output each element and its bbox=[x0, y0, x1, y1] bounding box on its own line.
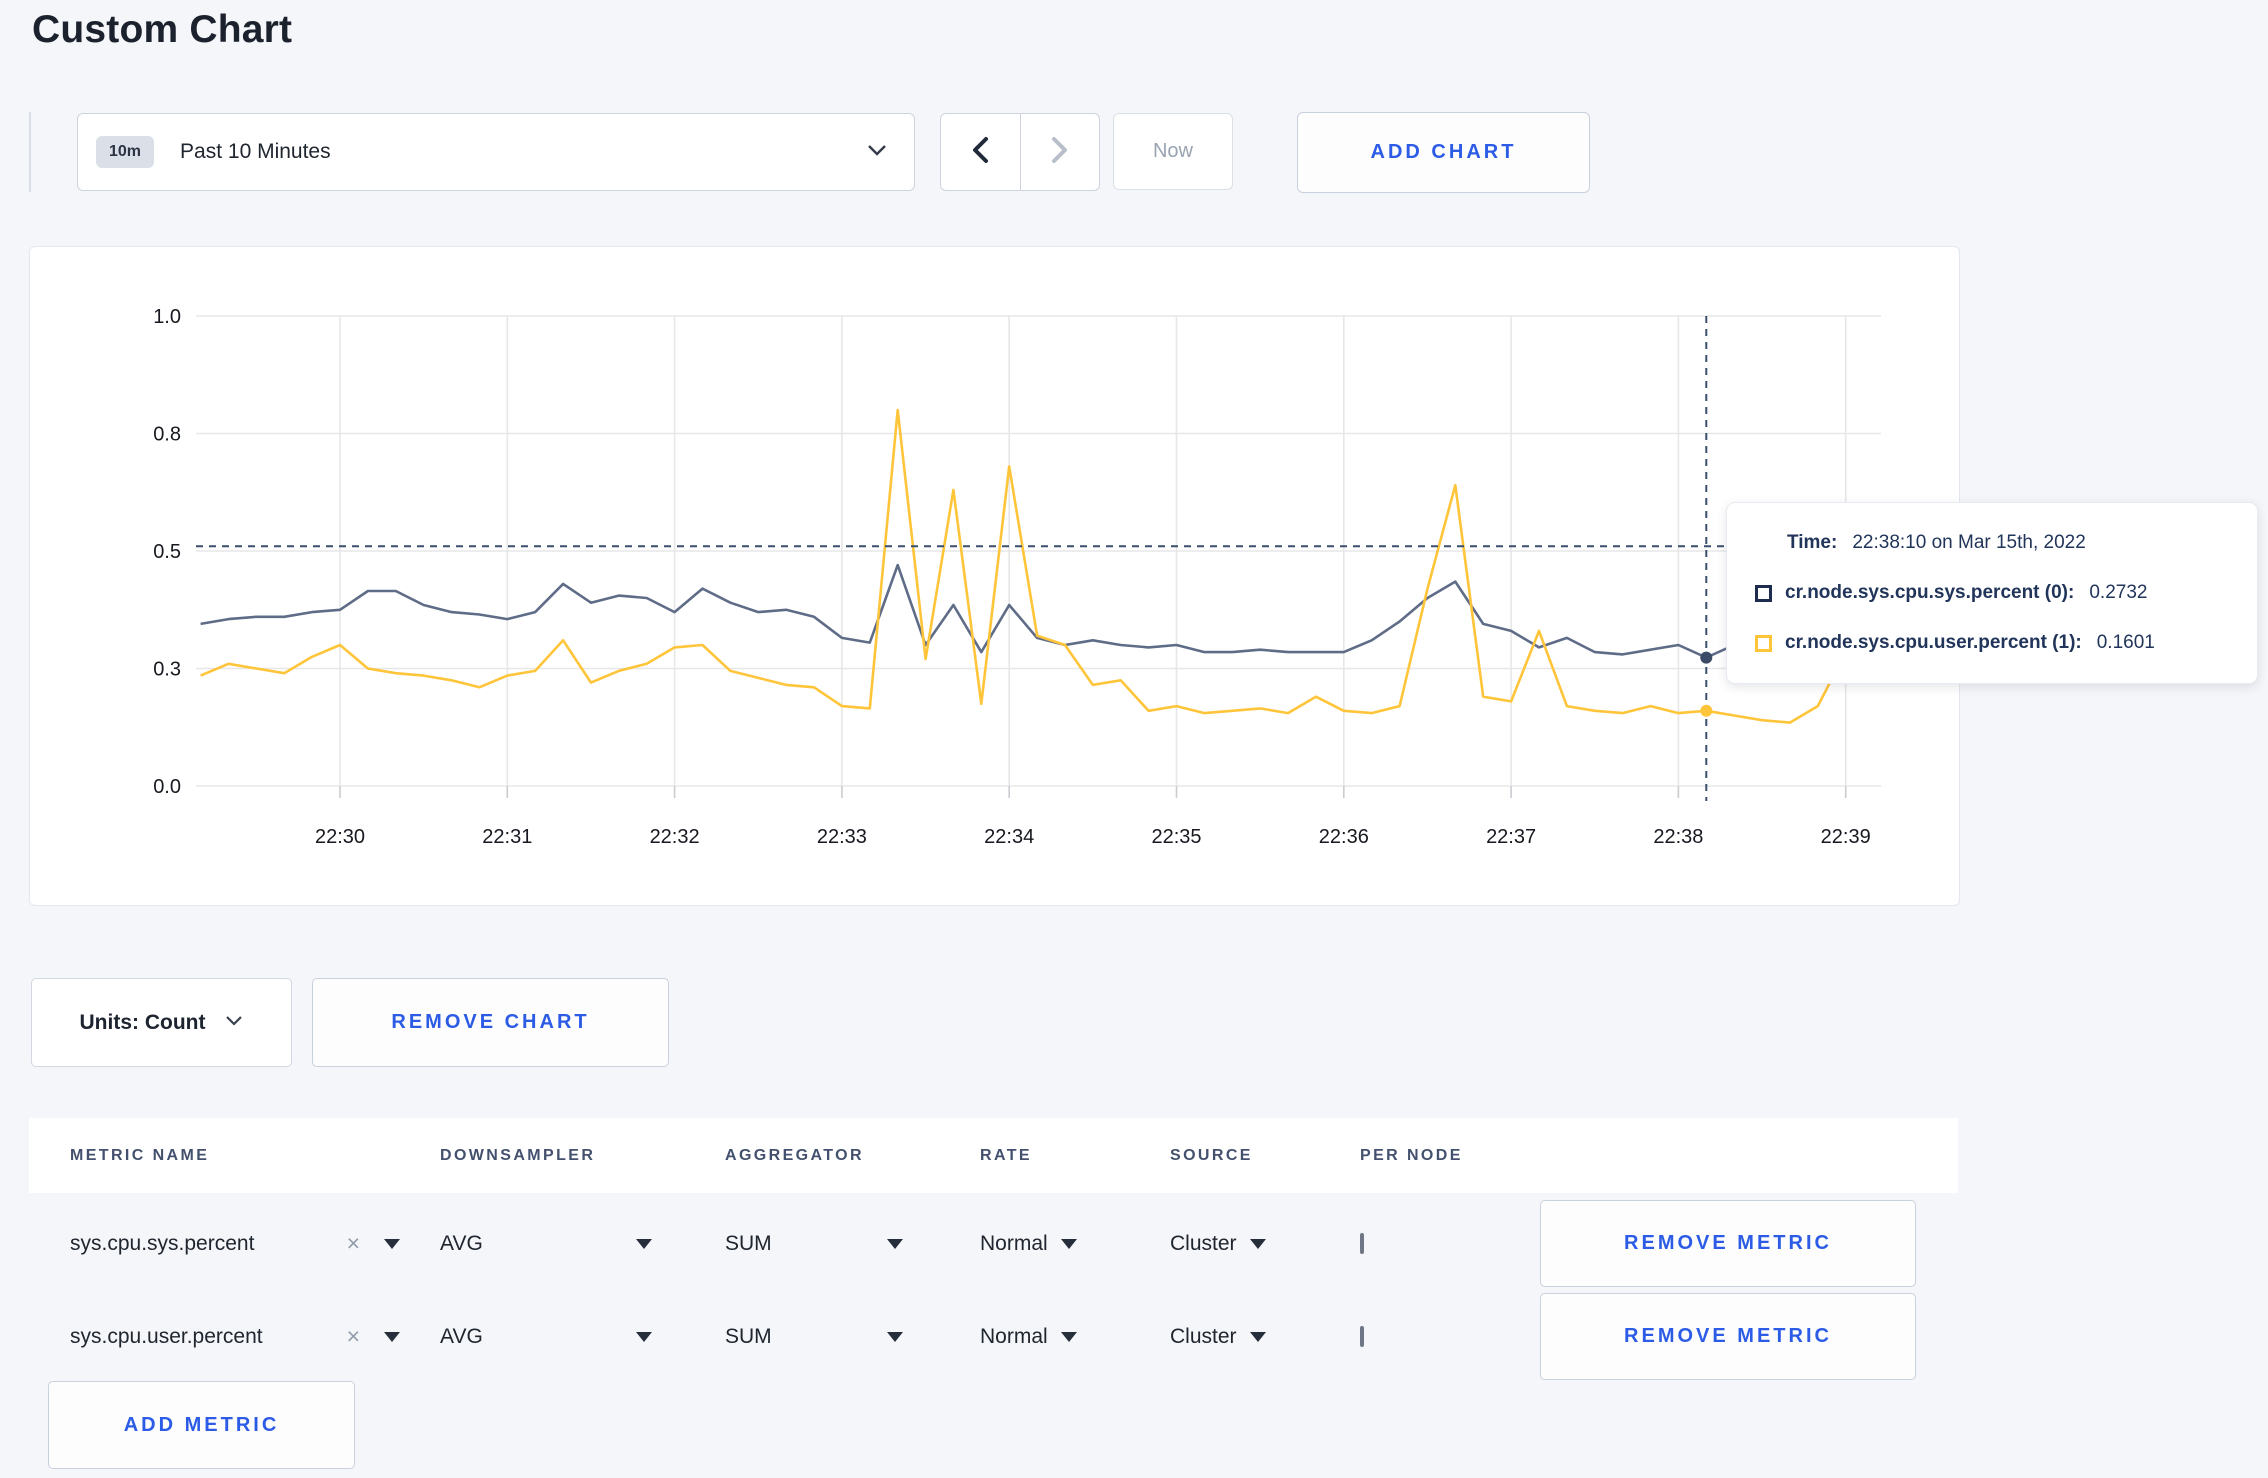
metric-name-select[interactable]: sys.cpu.sys.percent × bbox=[70, 1232, 400, 1256]
metric-row: sys.cpu.user.percent × AVG SUM Normal Cl… bbox=[29, 1290, 1958, 1383]
tooltip-series-name: cr.node.sys.cpu.user.percent (1): bbox=[1785, 632, 2082, 653]
aggregator-value: SUM bbox=[725, 1231, 772, 1255]
clear-metric-icon[interactable]: × bbox=[347, 1325, 360, 1348]
aggregator-select[interactable]: SUM bbox=[725, 1232, 903, 1256]
remove-metric-button[interactable]: REMOVE METRIC bbox=[1540, 1293, 1916, 1380]
downsampler-select[interactable]: AVG bbox=[440, 1232, 652, 1256]
tooltip-time-value: 22:38:10 on Mar 15th, 2022 bbox=[1852, 532, 2086, 553]
x-tick-label: 22:35 bbox=[1151, 826, 1201, 848]
col-header-downsampler: DOWNSAMPLER bbox=[440, 1146, 596, 1164]
per-node-checkbox[interactable] bbox=[1360, 1325, 1364, 1347]
units-label: Units: Count bbox=[79, 1010, 206, 1034]
rate-select[interactable]: Normal bbox=[980, 1232, 1170, 1256]
dropdown-caret-icon bbox=[1060, 1238, 1077, 1249]
series-user-swatch-icon bbox=[1755, 634, 1772, 652]
chevron-down-icon bbox=[866, 143, 888, 162]
col-header-aggregator: AGGREGATOR bbox=[725, 1146, 864, 1164]
dropdown-caret-icon bbox=[636, 1238, 652, 1249]
tooltip-series-name: cr.node.sys.cpu.sys.percent (0): bbox=[1785, 582, 2075, 603]
rate-select[interactable]: Normal bbox=[980, 1325, 1170, 1349]
remove-metric-button[interactable]: REMOVE METRIC bbox=[1540, 1200, 1916, 1287]
add-metric-button[interactable]: ADD METRIC bbox=[48, 1381, 355, 1469]
time-range-badge: 10m bbox=[96, 136, 155, 168]
chart-tooltip: Time: 22:38:10 on Mar 15th, 2022 cr.node… bbox=[1726, 502, 2258, 684]
tooltip-series-value: 0.2732 bbox=[2089, 582, 2148, 603]
metric-name-select[interactable]: sys.cpu.user.percent × bbox=[70, 1325, 400, 1349]
dropdown-caret-icon bbox=[1249, 1238, 1266, 1249]
metric-name-value: sys.cpu.user.percent bbox=[70, 1324, 263, 1348]
chevron-down-icon bbox=[225, 1014, 243, 1032]
rate-value: Normal bbox=[980, 1231, 1048, 1255]
dropdown-caret-icon bbox=[887, 1238, 903, 1249]
x-tick-label: 22:34 bbox=[984, 826, 1034, 848]
series-line-user-percent bbox=[200, 408, 1875, 724]
source-value: Cluster bbox=[1170, 1231, 1237, 1255]
y-tick-label: 0.8 bbox=[153, 424, 181, 446]
downsampler-select[interactable]: AVG bbox=[440, 1325, 652, 1349]
x-tick-label: 22:33 bbox=[817, 826, 867, 848]
metric-row: sys.cpu.sys.percent × AVG SUM Normal Clu… bbox=[29, 1197, 1958, 1290]
x-tick-label: 22:36 bbox=[1319, 826, 1369, 848]
downsampler-value: AVG bbox=[440, 1231, 483, 1255]
tooltip-time-label: Time: bbox=[1787, 532, 1838, 553]
col-header-rate: RATE bbox=[980, 1146, 1032, 1164]
hover-point-user bbox=[1700, 704, 1713, 717]
source-select[interactable]: Cluster bbox=[1170, 1325, 1360, 1349]
prev-range-button[interactable] bbox=[941, 114, 1021, 190]
dropdown-caret-icon bbox=[1249, 1331, 1266, 1342]
next-range-button[interactable] bbox=[1021, 114, 1100, 190]
tooltip-series-row: cr.node.sys.cpu.sys.percent (0): 0.2732 bbox=[1727, 576, 2257, 610]
x-tick-label: 22:39 bbox=[1821, 826, 1871, 848]
series-sys-swatch-icon bbox=[1755, 584, 1772, 602]
y-tick-label: 0.3 bbox=[153, 659, 181, 681]
dropdown-caret-icon bbox=[1060, 1331, 1077, 1342]
x-tick-label: 22:30 bbox=[315, 826, 365, 848]
x-tick-label: 22:37 bbox=[1486, 826, 1536, 848]
source-select[interactable]: Cluster bbox=[1170, 1232, 1360, 1256]
timeseries-plot[interactable]: 1.0 0.8 0.5 0.3 0.0 22:30 22:31 22:32 22:33 22:34… bbox=[30, 247, 1959, 905]
tooltip-time-row: Time: 22:38:10 on Mar 15th, 2022 bbox=[1727, 526, 2257, 560]
y-tick-label: 1.0 bbox=[153, 306, 181, 328]
time-range-dropdown[interactable]: 10m Past 10 Minutes bbox=[77, 113, 915, 191]
col-header-metric-name: METRIC NAME bbox=[70, 1146, 210, 1164]
dropdown-caret-icon bbox=[636, 1331, 652, 1342]
page-title: Custom Chart bbox=[32, 8, 293, 51]
chevron-right-icon bbox=[1051, 136, 1069, 169]
aggregator-value: SUM bbox=[725, 1324, 772, 1348]
x-tick-label: 22:38 bbox=[1653, 826, 1703, 848]
tooltip-series-value: 0.1601 bbox=[2096, 632, 2155, 653]
remove-chart-button[interactable]: REMOVE CHART bbox=[312, 978, 669, 1067]
time-range-label: Past 10 Minutes bbox=[180, 140, 331, 163]
y-tick-label: 0.5 bbox=[153, 541, 181, 563]
col-header-per-node: PER NODE bbox=[1360, 1146, 1463, 1164]
aggregator-select[interactable]: SUM bbox=[725, 1325, 903, 1349]
downsampler-value: AVG bbox=[440, 1324, 483, 1348]
tooltip-series-row: cr.node.sys.cpu.user.percent (1): 0.1601 bbox=[1727, 626, 2257, 660]
dropdown-caret-icon bbox=[384, 1331, 400, 1342]
clear-metric-icon[interactable]: × bbox=[347, 1232, 360, 1255]
per-node-checkbox[interactable] bbox=[1360, 1232, 1364, 1254]
source-value: Cluster bbox=[1170, 1324, 1237, 1348]
controls-left-divider bbox=[29, 112, 31, 192]
series-line-sys-percent bbox=[200, 563, 1874, 659]
x-tick-label: 22:31 bbox=[482, 826, 532, 848]
add-chart-button[interactable]: ADD CHART bbox=[1297, 112, 1590, 193]
col-header-source: SOURCE bbox=[1170, 1146, 1253, 1164]
rate-value: Normal bbox=[980, 1324, 1048, 1348]
dropdown-caret-icon bbox=[384, 1238, 400, 1249]
now-button[interactable]: Now bbox=[1113, 113, 1233, 190]
y-tick-label: 0.0 bbox=[153, 776, 181, 798]
chevron-left-icon bbox=[971, 136, 989, 169]
metric-name-value: sys.cpu.sys.percent bbox=[70, 1231, 255, 1255]
dropdown-caret-icon bbox=[887, 1331, 903, 1342]
x-tick-label: 22:32 bbox=[650, 826, 700, 848]
chart-card: 1.0 0.8 0.5 0.3 0.0 22:30 22:31 22:32 22:33 22:34… bbox=[29, 246, 1960, 906]
units-dropdown[interactable]: Units: Count bbox=[31, 978, 292, 1067]
metrics-table-header: METRIC NAME DOWNSAMPLER AGGREGATOR RATE … bbox=[29, 1118, 1958, 1193]
time-range-pager bbox=[940, 113, 1100, 191]
hover-point-sys bbox=[1700, 651, 1713, 664]
